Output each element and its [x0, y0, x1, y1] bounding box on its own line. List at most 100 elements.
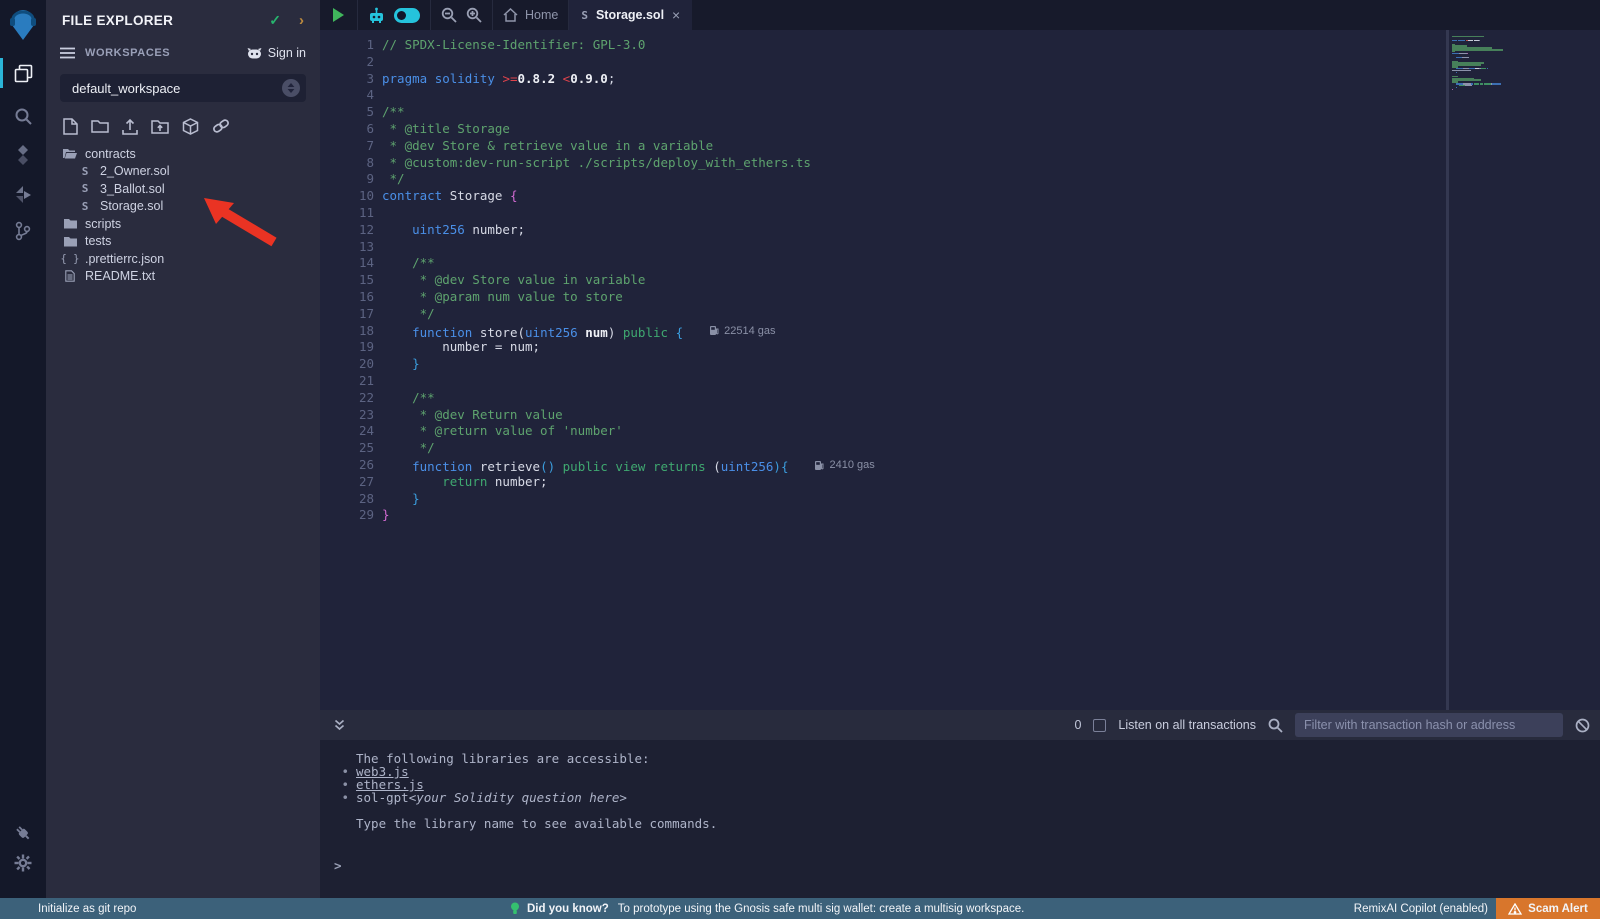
code-line[interactable]: /** — [382, 255, 1440, 272]
zoom-in-icon[interactable] — [466, 7, 482, 23]
code-line[interactable]: } — [382, 356, 1440, 373]
code-line[interactable]: */ — [382, 440, 1440, 457]
workspaces-menu-icon[interactable] — [60, 47, 75, 59]
line-number[interactable]: 8 — [320, 155, 374, 172]
code-line[interactable] — [382, 54, 1440, 71]
line-number[interactable]: 6 — [320, 121, 374, 138]
tree-item-3-ballot-sol[interactable]: S3_Ballot.sol — [46, 180, 320, 198]
line-number[interactable]: 23 — [320, 407, 374, 424]
line-number[interactable]: 26 — [320, 457, 374, 474]
panel-expand-chevron-icon[interactable]: › — [299, 12, 304, 29]
search-icon[interactable] — [0, 99, 46, 133]
code-line[interactable]: } — [382, 507, 1440, 524]
code-line[interactable] — [382, 239, 1440, 256]
code-line[interactable]: * @return value of 'number' — [382, 423, 1440, 440]
code-line[interactable]: } — [382, 491, 1440, 508]
line-number[interactable]: 15 — [320, 272, 374, 289]
code-line[interactable]: */ — [382, 171, 1440, 188]
box-icon[interactable] — [182, 118, 199, 135]
line-number[interactable]: 29 — [320, 507, 374, 524]
line-number[interactable]: 27 — [320, 474, 374, 491]
tree-item--prettierrc-json[interactable]: { }.prettierrc.json — [46, 250, 320, 268]
plugin-manager-icon[interactable] — [0, 816, 46, 850]
tree-item-scripts[interactable]: scripts — [46, 215, 320, 233]
line-number[interactable]: 5 — [320, 104, 374, 121]
line-number[interactable]: 19 — [320, 339, 374, 356]
line-number[interactable]: 3 — [320, 71, 374, 88]
sign-in-button[interactable]: Sign in — [247, 46, 306, 60]
code-line[interactable] — [382, 205, 1440, 222]
code-line[interactable]: * @dev Store value in variable — [382, 272, 1440, 289]
git-icon[interactable] — [0, 214, 46, 248]
upload-file-icon[interactable] — [122, 118, 138, 135]
line-number[interactable]: 16 — [320, 289, 374, 306]
line-number[interactable]: 18 — [320, 323, 374, 340]
line-number[interactable]: 7 — [320, 138, 374, 155]
zoom-out-icon[interactable] — [441, 7, 457, 23]
upload-folder-icon[interactable] — [151, 118, 169, 135]
remix-logo-icon[interactable] — [7, 8, 39, 42]
editor-minimap[interactable] — [1452, 36, 1544, 91]
new-file-icon[interactable] — [63, 118, 78, 135]
code-line[interactable]: function store(uint256 num) public {2251… — [382, 323, 1440, 340]
clear-console-icon[interactable] — [1575, 718, 1590, 733]
line-number[interactable]: 1 — [320, 37, 374, 54]
tree-item-storage-sol[interactable]: SStorage.sol — [46, 198, 320, 216]
deploy-and-run-icon[interactable] — [0, 178, 46, 212]
file-explorer-icon[interactable] — [0, 56, 46, 90]
code-line[interactable]: return number; — [382, 474, 1440, 491]
line-number[interactable]: 25 — [320, 440, 374, 457]
line-number[interactable]: 14 — [320, 255, 374, 272]
terminal-search-icon[interactable] — [1268, 718, 1283, 733]
scam-alert-button[interactable]: Scam Alert — [1496, 898, 1600, 919]
line-number[interactable]: 4 — [320, 87, 374, 104]
line-number[interactable]: 28 — [320, 491, 374, 508]
code-line[interactable]: pragma solidity >=0.8.2 <0.9.0; — [382, 71, 1440, 88]
run-script-button[interactable] — [320, 0, 358, 30]
line-number[interactable]: 11 — [320, 205, 374, 222]
code-line[interactable]: * @dev Store & retrieve value in a varia… — [382, 138, 1440, 155]
tab-home[interactable]: Home — [493, 0, 569, 30]
terminal-output[interactable]: The following libraries are accessible: … — [320, 740, 1600, 898]
code-line[interactable]: * @title Storage — [382, 121, 1440, 138]
line-number[interactable]: 10 — [320, 188, 374, 205]
line-number-gutter[interactable]: 1234567891011121314151617181920212223242… — [320, 37, 382, 524]
tree-item-tests[interactable]: tests — [46, 233, 320, 251]
settings-gear-icon[interactable] — [0, 846, 46, 880]
line-number[interactable]: 12 — [320, 222, 374, 239]
copilot-toggle[interactable] — [394, 8, 420, 23]
listen-transactions-checkbox[interactable] — [1093, 719, 1106, 732]
workspace-select[interactable]: default_workspace — [60, 74, 306, 102]
close-tab-icon[interactable]: × — [672, 7, 680, 23]
workspace-caret-icon[interactable] — [282, 79, 300, 97]
line-number[interactable]: 9 — [320, 171, 374, 188]
link-icon[interactable] — [212, 118, 230, 135]
code-line[interactable]: * @dev Return value — [382, 407, 1440, 424]
tree-item-contracts[interactable]: contracts — [46, 145, 320, 163]
expand-terminal-icon[interactable] — [334, 719, 345, 731]
init-git-repo-button[interactable]: Initialize as git repo — [38, 898, 136, 919]
line-number[interactable]: 20 — [320, 356, 374, 373]
line-number[interactable]: 21 — [320, 373, 374, 390]
line-number[interactable]: 2 — [320, 54, 374, 71]
terminal-prompt[interactable]: > — [334, 859, 342, 872]
code-editor[interactable]: 1234567891011121314151617181920212223242… — [320, 30, 1600, 710]
new-folder-icon[interactable] — [91, 118, 109, 135]
code-line[interactable]: */ — [382, 306, 1440, 323]
transaction-filter-input[interactable] — [1295, 713, 1563, 737]
copilot-status[interactable]: RemixAI Copilot (enabled) — [1354, 898, 1488, 919]
line-number[interactable]: 17 — [320, 306, 374, 323]
editor-scrollbar[interactable] — [1446, 30, 1449, 710]
code-line[interactable]: uint256 number; — [382, 222, 1440, 239]
code-line[interactable] — [382, 373, 1440, 390]
tab-storage-sol[interactable]: S Storage.sol × — [569, 0, 692, 30]
tree-item-readme-txt[interactable]: README.txt — [46, 268, 320, 286]
code-line[interactable]: /** — [382, 104, 1440, 121]
ai-copilot-robot-icon[interactable] — [368, 7, 385, 24]
solidity-compiler-icon[interactable] — [0, 138, 46, 172]
code-line[interactable]: * @param num value to store — [382, 289, 1440, 306]
tree-item-2-owner-sol[interactable]: S2_Owner.sol — [46, 163, 320, 181]
line-number[interactable]: 24 — [320, 423, 374, 440]
code-line[interactable]: /** — [382, 390, 1440, 407]
line-number[interactable]: 13 — [320, 239, 374, 256]
